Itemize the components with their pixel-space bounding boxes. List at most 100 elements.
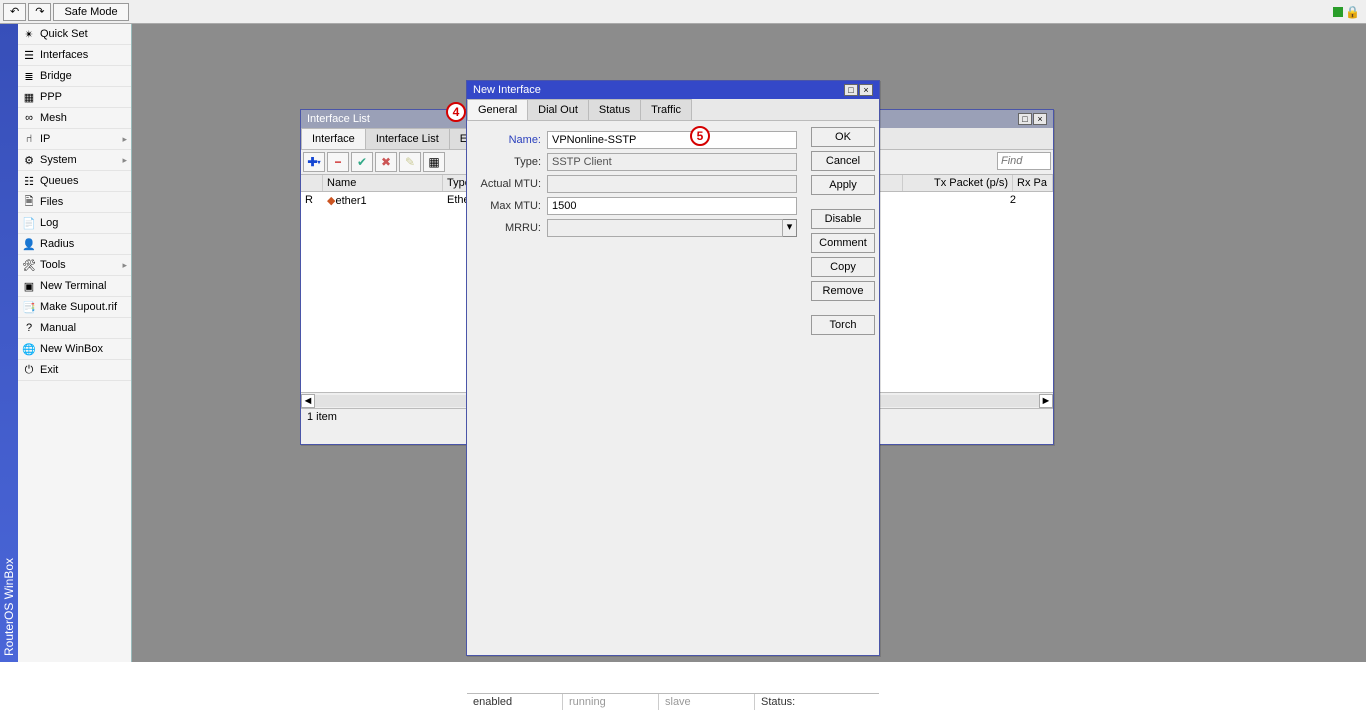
sidebar-item-label: Make Supout.rif [40, 301, 117, 313]
sidebar-item-new-terminal[interactable]: ▣ New Terminal [18, 276, 131, 297]
copy-button[interactable]: Copy [811, 257, 875, 277]
sidebar-item-make-supout[interactable]: 📑 Make Supout.rif [18, 297, 131, 318]
sidebar-item-radius[interactable]: 👤 Radius [18, 234, 131, 255]
window-close-button[interactable]: × [859, 84, 873, 96]
window-restore-button[interactable]: □ [844, 84, 858, 96]
sidebar-item-log[interactable]: 📄Log [18, 213, 131, 234]
max-mtu-input[interactable] [547, 197, 797, 215]
remove-button[interactable]: − [327, 152, 349, 172]
name-input[interactable] [547, 131, 797, 149]
log-icon: 📄 [22, 216, 36, 230]
sidebar-item-label: Radius [40, 238, 74, 250]
col-flag[interactable] [301, 175, 323, 191]
scroll-left-icon[interactable]: ◄ [301, 394, 315, 408]
chevron-right-icon: ▸ [122, 260, 127, 271]
scroll-right-icon[interactable]: ► [1039, 394, 1053, 408]
radius-icon: 👤 [22, 237, 36, 251]
dialog-tabs: General Dial Out Status Traffic [467, 99, 879, 121]
sidebar-item-mesh[interactable]: ∞Mesh [18, 108, 131, 129]
remove-button[interactable]: Remove [811, 281, 875, 301]
queues-icon: ☷ [22, 174, 36, 188]
undo-button[interactable]: ↶ [3, 3, 26, 21]
sidebar-item-ip[interactable]: ⑁IP▸ [18, 129, 131, 150]
tab-status[interactable]: Status [588, 99, 641, 120]
window-restore-button[interactable]: □ [1018, 113, 1032, 125]
sidebar-item-label: New WinBox [40, 343, 103, 355]
top-toolbar: ↶ ↷ Safe Mode 🔒 [0, 0, 1366, 24]
sidebar-item-system[interactable]: ⚙System▸ [18, 150, 131, 171]
actual-mtu-label: Actual MTU: [477, 178, 547, 190]
sidebar-item-label: IP [40, 133, 50, 145]
sidebar-item-label: Mesh [40, 112, 67, 124]
disable-button[interactable]: ✖ [375, 152, 397, 172]
files-icon: 🗎 [22, 195, 36, 209]
enable-button[interactable]: ✔ [351, 152, 373, 172]
col-tx-packets[interactable]: Tx Packet (p/s) [903, 175, 1013, 191]
row-flag: R [301, 194, 323, 207]
window-title: Interface List [307, 113, 370, 125]
disable-button[interactable]: Disable [811, 209, 875, 229]
chevron-right-icon: ▸ [122, 134, 127, 145]
comment-button[interactable]: ✎ [399, 152, 421, 172]
tab-interface-list[interactable]: Interface List [365, 128, 450, 149]
dialog-status-bar: enabled running slave Status: [467, 693, 879, 710]
dialog-title: New Interface [473, 84, 541, 96]
add-button[interactable]: ✚▾ [303, 152, 325, 172]
terminal-icon: ▣ [22, 279, 36, 293]
apply-button[interactable]: Apply [811, 175, 875, 195]
col-rx-packets[interactable]: Rx Pa [1013, 175, 1053, 191]
find-input[interactable] [997, 152, 1051, 170]
sidebar-item-label: New Terminal [40, 280, 106, 292]
status-label: Status: [755, 694, 801, 710]
max-mtu-label: Max MTU: [477, 200, 547, 212]
bridge-icon: ≣ [22, 69, 36, 83]
sidebar-item-manual[interactable]: ?Manual [18, 318, 131, 339]
sidebar-item-queues[interactable]: ☷Queues [18, 171, 131, 192]
exit-icon: ⏻ [22, 363, 36, 377]
filter-button[interactable]: ▦ [423, 152, 445, 172]
ok-button[interactable]: OK [811, 127, 875, 147]
wand-icon: ✴ [22, 27, 36, 41]
lock-icon: 🔒 [1345, 5, 1360, 19]
dialog-form: Name: Type: Actual MTU: Max MTU: [467, 121, 807, 341]
tab-traffic[interactable]: Traffic [640, 99, 692, 120]
mrru-label: MRRU: [477, 222, 547, 234]
sidebar-item-tools[interactable]: 🛠 Tools ▸ [18, 255, 131, 276]
sidebar-item-interfaces[interactable]: ☰Interfaces [18, 45, 131, 66]
toolbar-right: 🔒 [1333, 5, 1364, 19]
sidebar-item-label: Tools [40, 259, 66, 271]
tab-general[interactable]: General [467, 99, 528, 120]
mrru-dropdown-icon[interactable]: ▾ [783, 219, 797, 237]
sidebar-item-exit[interactable]: ⏻Exit [18, 360, 131, 381]
redo-button[interactable]: ↷ [28, 3, 51, 21]
globe-icon: 🌐 [22, 342, 36, 356]
file-icon: 📑 [22, 300, 36, 314]
window-close-button[interactable]: × [1033, 113, 1047, 125]
safe-mode-button[interactable]: Safe Mode [53, 3, 128, 21]
tools-icon: 🛠 [22, 258, 36, 272]
annotation-ring-4: 4 [446, 102, 466, 122]
row-name: ◆ether1 [323, 194, 443, 207]
sidebar-item-label: Bridge [40, 70, 72, 82]
sidebar-item-quick-set[interactable]: ✴Quick Set [18, 24, 131, 45]
torch-button[interactable]: Torch [811, 315, 875, 335]
new-interface-dialog[interactable]: New Interface □ × General Dial Out Statu… [466, 80, 880, 656]
mrru-input[interactable] [547, 219, 783, 237]
sidebar-item-new-winbox[interactable]: 🌐 New WinBox [18, 339, 131, 360]
sidebar-item-label: Files [40, 196, 63, 208]
sidebar-item-ppp[interactable]: ▦ PPP [18, 87, 131, 108]
dialog-titlebar[interactable]: New Interface □ × [467, 81, 879, 99]
actual-mtu-input [547, 175, 797, 193]
sidebar-item-label: System [40, 154, 77, 166]
tab-interface[interactable]: Interface [301, 128, 366, 149]
sidebar-item-label: Manual [40, 322, 76, 334]
comment-button[interactable]: Comment [811, 233, 875, 253]
col-name[interactable]: Name [323, 175, 443, 191]
cancel-button[interactable]: Cancel [811, 151, 875, 171]
tab-dial-out[interactable]: Dial Out [527, 99, 589, 120]
sidebar-item-files[interactable]: 🗎 Files [18, 192, 131, 213]
sidebar-item-bridge[interactable]: ≣ Bridge [18, 66, 131, 87]
ppp-icon: ▦ [22, 90, 36, 104]
type-input [547, 153, 797, 171]
sidebar-item-label: PPP [40, 91, 62, 103]
